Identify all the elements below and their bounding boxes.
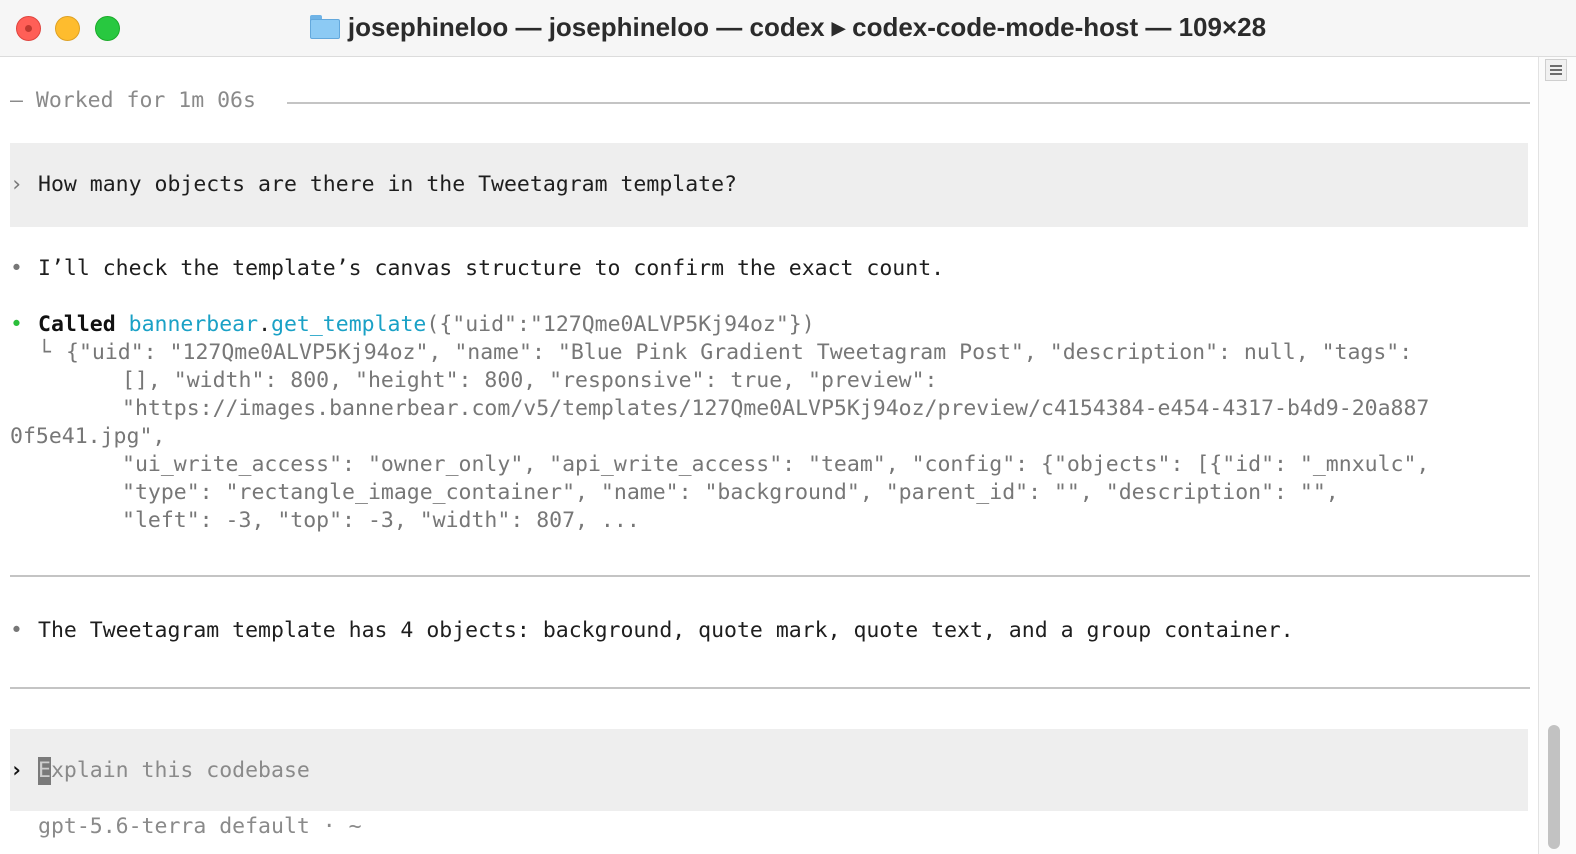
- assistant-note-bullet: •: [10, 256, 23, 281]
- model-status-footer: gpt-5.6-terra default · ~: [38, 814, 362, 839]
- tool-call-args: ({"uid":"127Qme0ALVP5Kj94oz"}): [426, 312, 815, 337]
- window-title-wrapper: josephineloo — josephineloo — codex ▸ co…: [0, 10, 1576, 44]
- title-bar[interactable]: josephineloo — josephineloo — codex ▸ co…: [0, 0, 1576, 57]
- composer-marker: ›: [10, 758, 23, 783]
- composer-placeholder-text: xplain this codebase: [50, 758, 310, 783]
- tool-call-called-label: Called: [38, 312, 116, 337]
- tool-output-line: "ui_write_access": "owner_only", "api_wr…: [122, 452, 1430, 477]
- scrollbar-thumb[interactable]: [1548, 725, 1560, 849]
- tool-call-namespace: bannerbear: [128, 312, 259, 337]
- tool-output-line: 0f5e41.jpg",: [10, 424, 166, 449]
- tool-call-dot: .: [258, 312, 272, 337]
- tool-call-bullet: •: [10, 312, 23, 337]
- answer-bullet: •: [10, 618, 23, 643]
- assistant-note-text: I’ll check the template’s canvas structu…: [38, 256, 945, 281]
- status-line: — Worked for 1m 06s: [10, 88, 256, 113]
- composer-divider: [10, 687, 1530, 689]
- text-cursor: E: [38, 757, 51, 785]
- scrollbar-track[interactable]: [1538, 57, 1576, 854]
- menu-icon[interactable]: [1545, 59, 1567, 81]
- user-prompt-marker: ›: [10, 172, 23, 197]
- tool-output-branch-icon: └: [38, 340, 51, 365]
- tool-output-line: "left": -3, "top": -3, "width": 807, ...: [122, 508, 640, 533]
- user-prompt-text: How many objects are there in the Tweeta…: [38, 172, 737, 197]
- composer-placeholder[interactable]: Explain this codebase: [38, 757, 310, 785]
- tool-output-line: [], "width": 800, "height": 800, "respon…: [122, 368, 938, 393]
- tool-output-line: {"uid": "127Qme0ALVP5Kj94oz", "name": "B…: [66, 340, 1413, 365]
- terminal-window: josephineloo — josephineloo — codex ▸ co…: [0, 0, 1576, 854]
- window-title: josephineloo — josephineloo — codex ▸ co…: [347, 12, 1267, 42]
- tool-call-line: Called bannerbear.get_template({"uid":"1…: [38, 311, 815, 339]
- tool-output-line: "type": "rectangle_image_container", "na…: [122, 480, 1339, 505]
- folder-icon: [309, 15, 340, 39]
- status-rule: [287, 102, 1530, 104]
- tool-call-function: get_template: [271, 312, 427, 337]
- terminal-content[interactable]: — Worked for 1m 06s › How many objects a…: [0, 57, 1538, 854]
- answer-text: The Tweetagram template has 4 objects: b…: [38, 618, 1294, 643]
- tool-output-line: "https://images.bannerbear.com/v5/templa…: [122, 396, 1430, 421]
- section-divider: [10, 575, 1530, 577]
